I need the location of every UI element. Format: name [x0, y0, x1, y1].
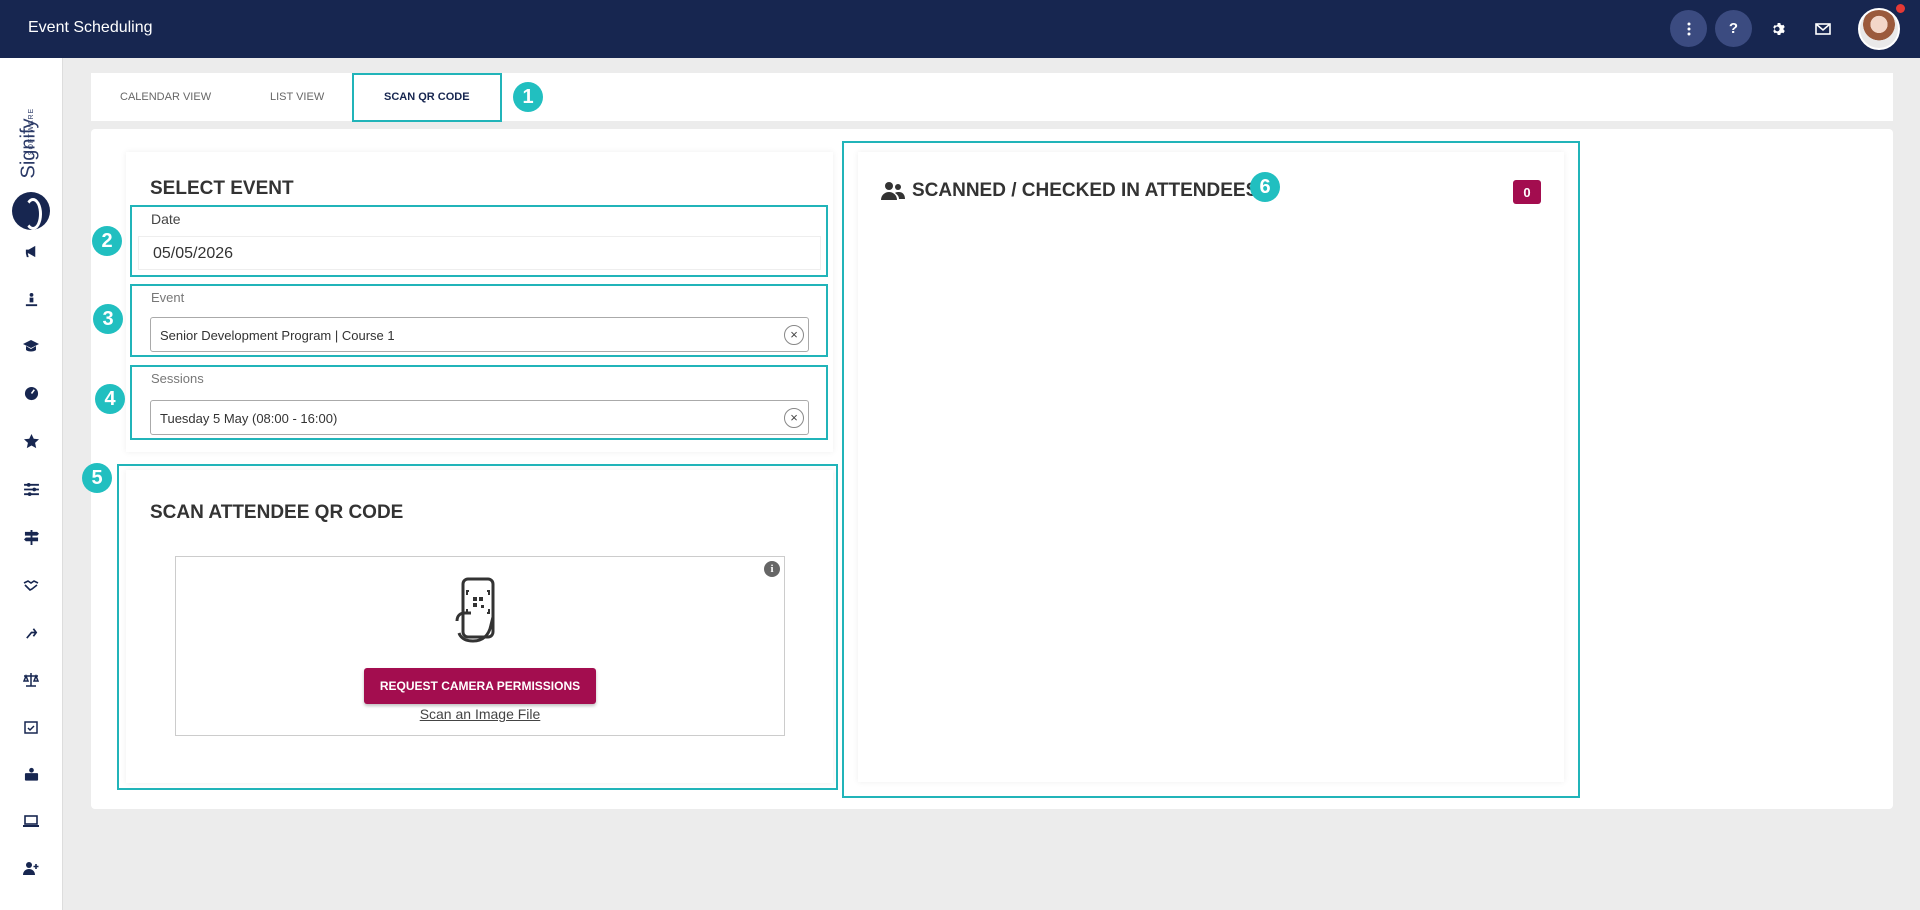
clear-sessions-icon[interactable]: × — [784, 408, 804, 428]
logo-sub: SOFTWARE — [28, 107, 36, 156]
request-camera-permissions-button[interactable]: REQUEST CAMERA PERMISSIONS — [364, 668, 596, 704]
avatar[interactable] — [1858, 8, 1900, 50]
sessions-select[interactable]: Tuesday 5 May (08:00 - 16:00) × — [150, 400, 809, 435]
help-icon[interactable]: ? — [1715, 10, 1752, 47]
laptop-icon[interactable] — [20, 810, 42, 832]
calendar-check-icon[interactable] — [20, 716, 42, 738]
megaphone-icon[interactable] — [20, 240, 42, 262]
notification-dot — [1896, 4, 1905, 13]
view-tabs: CALENDAR VIEW LIST VIEW SCAN QR CODE — [91, 73, 1893, 122]
callout-1: 1 — [513, 82, 543, 112]
callout-4: 4 — [95, 384, 125, 414]
scales-icon[interactable] — [20, 668, 42, 690]
sliders-icon[interactable] — [20, 478, 42, 500]
event-select-value: Senior Development Program | Course 1 — [160, 328, 395, 343]
briefcase-person-icon[interactable] — [20, 763, 42, 785]
qr-scanner: i REQUEST CAMERA PERMISSIONS Scan an Ima… — [175, 556, 785, 736]
sessions-label: Sessions — [151, 371, 204, 386]
tab-scan-qr-code[interactable]: SCAN QR CODE — [352, 73, 502, 122]
star-icon[interactable] — [20, 430, 42, 452]
signify-logo: Signify SOFTWARE — [10, 88, 54, 230]
mail-icon[interactable] — [1804, 10, 1841, 47]
gauge-icon[interactable] — [20, 382, 42, 404]
scan-title: SCAN ATTENDEE QR CODE — [150, 502, 404, 523]
info-icon[interactable]: i — [764, 561, 780, 577]
event-label: Event — [151, 290, 185, 305]
gear-icon[interactable] — [1760, 10, 1797, 47]
date-field[interactable]: 05/05/2026 — [138, 236, 821, 270]
callout-2: 2 — [92, 226, 122, 256]
callout-6: 6 — [1250, 172, 1280, 202]
handshake-icon[interactable] — [20, 574, 42, 596]
scan-image-file-link[interactable]: Scan an Image File — [176, 706, 784, 722]
more-vert-icon[interactable] — [1670, 10, 1707, 47]
callout-5: 5 — [82, 463, 112, 493]
attendee-count-badge: 0 — [1513, 180, 1541, 204]
event-select[interactable]: Senior Development Program | Course 1 × — [150, 317, 809, 352]
tab-list-view[interactable]: LIST VIEW — [270, 73, 324, 121]
callout-3: 3 — [93, 304, 123, 334]
select-event-title: SELECT EVENT — [150, 178, 294, 199]
users-icon — [881, 182, 905, 200]
top-bar: Event Scheduling ? — [0, 0, 1920, 58]
tab-calendar-view[interactable]: CALENDAR VIEW — [120, 73, 211, 121]
sidebar: Signify SOFTWARE — [0, 58, 63, 910]
add-user-icon[interactable] — [20, 857, 42, 879]
logo-mark — [12, 192, 50, 230]
app-title: Event Scheduling — [28, 19, 153, 36]
signpost-icon[interactable] — [20, 526, 42, 548]
attendees-highlight — [842, 141, 1580, 798]
attendees-title: SCANNED / CHECKED IN ATTENDEES — [912, 180, 1259, 201]
sessions-select-value: Tuesday 5 May (08:00 - 16:00) — [160, 411, 338, 426]
person-ramp-icon[interactable] — [20, 288, 42, 310]
graduation-cap-icon[interactable] — [20, 335, 42, 357]
route-icon[interactable] — [20, 621, 42, 643]
phone-qr-icon — [455, 577, 495, 643]
date-label: Date — [151, 211, 181, 227]
clear-event-icon[interactable]: × — [784, 325, 804, 345]
